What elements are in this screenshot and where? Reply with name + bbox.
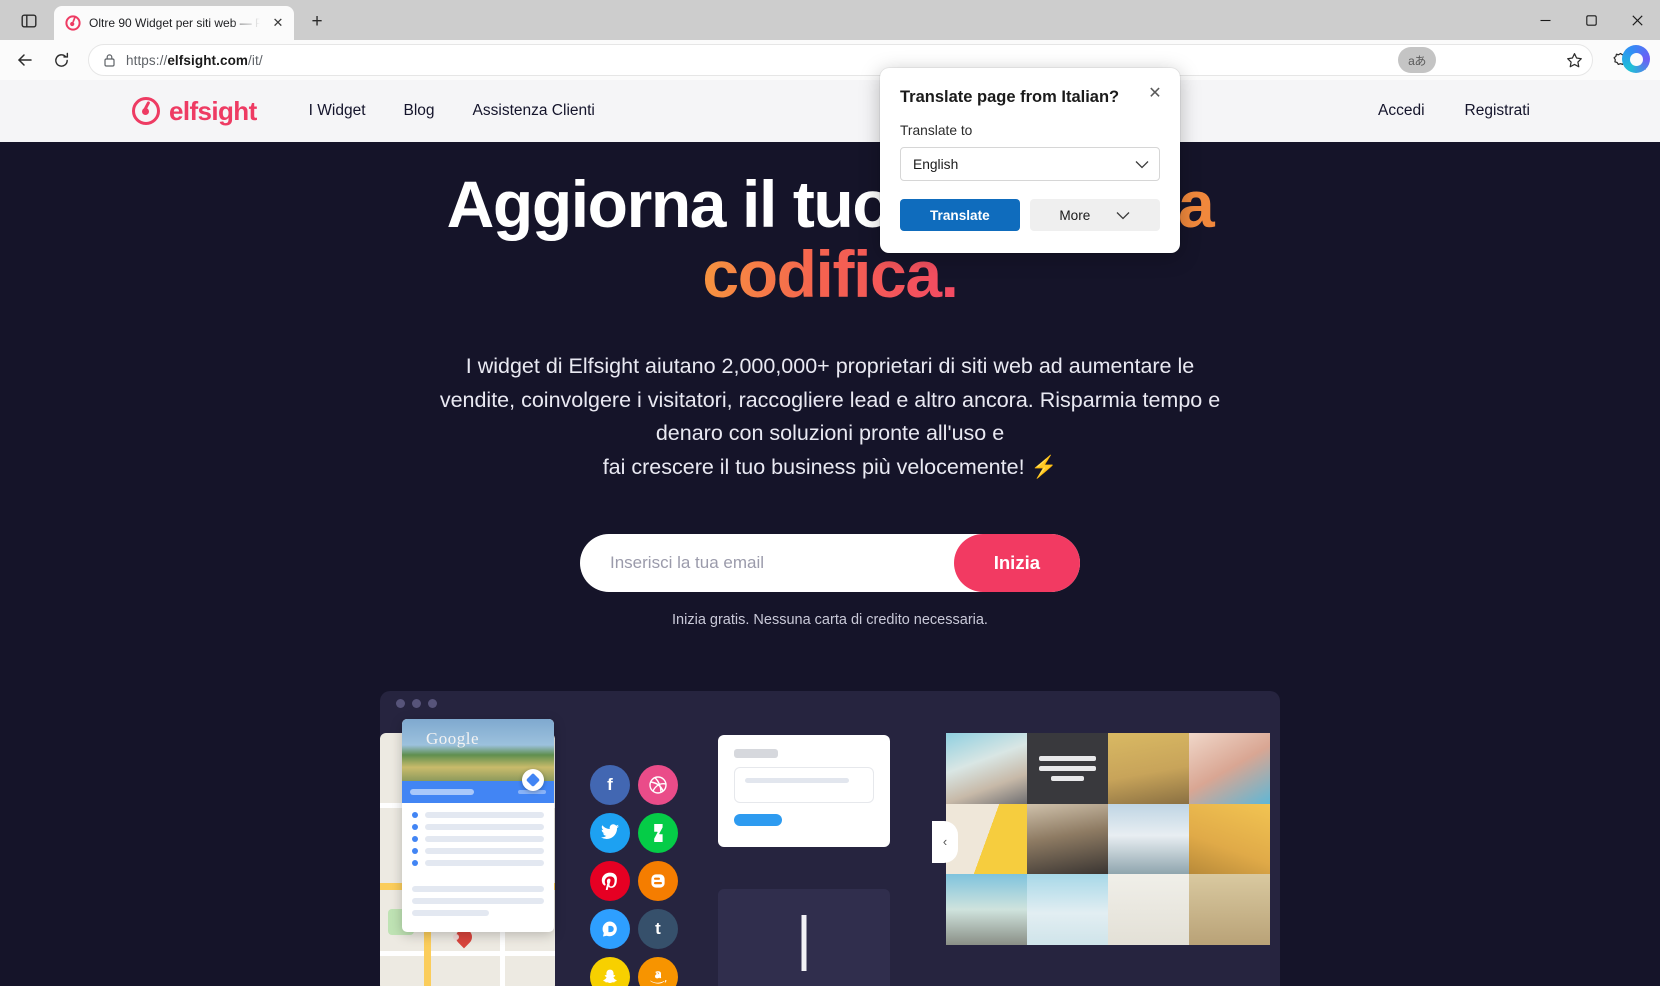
language-select[interactable]: English	[900, 147, 1160, 181]
gallery-caption-overlay	[1027, 732, 1108, 804]
more-label: More	[1059, 207, 1091, 223]
widget-showcase: Google f t ‹	[380, 690, 1280, 986]
translate-button[interactable]: Translate	[900, 199, 1020, 231]
nav-item-widgets[interactable]: I Widget	[309, 102, 366, 120]
snapchat-icon[interactable]	[590, 956, 630, 986]
gallery-cell[interactable]	[1189, 874, 1270, 945]
translate-popup-title: Translate page from Italian?	[900, 88, 1120, 106]
form-submit-button[interactable]	[734, 813, 782, 826]
nav-item-support[interactable]: Assistenza Clienti	[473, 102, 595, 120]
elfsight-favicon	[65, 15, 81, 31]
chevron-down-icon	[1116, 211, 1130, 219]
close-icon[interactable]: ✕	[1144, 82, 1166, 104]
form-field-label	[734, 748, 778, 758]
tab-title: Oltre 90 Widget per siti web — Pe	[89, 16, 260, 30]
showcase-titlebar	[380, 691, 1280, 717]
showcase-body: Google f t ‹	[380, 717, 1280, 986]
more-button[interactable]: More	[1029, 199, 1160, 231]
nav-item-blog[interactable]: Blog	[404, 102, 435, 120]
elfsight-logo-icon	[132, 97, 160, 125]
hero-paragraph: I widget di Elfsight aiutano 2,000,000+ …	[405, 350, 1255, 485]
gallery-cell[interactable]	[1189, 803, 1270, 875]
gallery-cell[interactable]	[1108, 803, 1189, 875]
tab-strip: Oltre 90 Widget per siti web — Pe ✕ +	[0, 0, 1660, 40]
site-header: elfsight I Widget Blog Assistenza Client…	[0, 80, 1660, 142]
dark-widget-card	[718, 888, 890, 986]
page-viewport: elfsight I Widget Blog Assistenza Client…	[0, 80, 1660, 986]
gallery-cell[interactable]	[946, 803, 1027, 875]
paragraph-line-1: I widget di Elfsight aiutano 2,000,000+ …	[465, 353, 1195, 378]
translate-popup-actions: Translate More	[900, 199, 1160, 231]
social-icons-widget: f t	[590, 764, 686, 986]
star-icon[interactable]	[1560, 47, 1588, 73]
login-link[interactable]: Accedi	[1378, 102, 1425, 120]
site-logo[interactable]: elfsight	[132, 96, 257, 127]
window-dot-red	[396, 699, 405, 709]
browser-tab[interactable]: Oltre 90 Widget per siti web — Pe ✕	[54, 6, 294, 40]
instagram-gallery-widget[interactable]	[946, 732, 1270, 945]
reload-button[interactable]	[44, 43, 78, 77]
page-title: Aggiorna il tuo sito senza codifica.	[0, 169, 1660, 310]
translate-popup: Translate page from Italian? ✕ Translate…	[880, 68, 1180, 253]
dark-card-bar	[801, 914, 807, 971]
translate-to-label: Translate to	[900, 123, 973, 138]
paragraph-line-3: denaro con soluzioni pronte all'uso e	[655, 421, 1005, 446]
window-dot-green	[428, 699, 437, 709]
register-link[interactable]: Registrati	[1465, 102, 1530, 120]
gallery-cell[interactable]	[946, 732, 1027, 804]
gallery-cell[interactable]	[946, 874, 1027, 945]
gallery-cell[interactable]	[1027, 803, 1108, 875]
lock-icon	[103, 53, 116, 67]
place-footer-lines	[402, 882, 554, 932]
close-window-button[interactable]	[1614, 0, 1660, 40]
site-nav: I Widget Blog Assistenza Clienti	[309, 102, 595, 120]
brand-name: elfsight	[169, 95, 257, 126]
site-auth: Accedi Registrati	[1378, 102, 1530, 120]
url-text: https://elfsight.com/it/	[126, 52, 263, 68]
amazon-icon[interactable]	[638, 956, 678, 986]
form-input-field[interactable]	[734, 766, 874, 803]
disqus-icon[interactable]	[590, 908, 630, 949]
paragraph-line-2: vendite, coinvolgere i visitatori, racco…	[439, 387, 1221, 412]
signup-form: Inizia	[580, 533, 1080, 592]
start-button[interactable]: Inizia	[953, 533, 1080, 592]
window-controls	[1522, 0, 1660, 40]
gallery-cell[interactable]	[1108, 874, 1189, 945]
email-input[interactable]	[580, 552, 954, 573]
copilot-icon[interactable]	[1622, 45, 1650, 73]
gallery-cell[interactable]	[1189, 732, 1270, 804]
chevron-down-icon	[1135, 160, 1149, 168]
gallery-cell[interactable]	[1027, 874, 1108, 945]
paragraph-line-4: fai crescere il tuo business più velocem…	[602, 455, 1058, 480]
blogger-icon[interactable]	[638, 860, 678, 901]
place-detail-rows	[402, 803, 554, 882]
tab-search-icon[interactable]	[10, 5, 48, 37]
deviantart-icon[interactable]	[638, 812, 678, 853]
place-info-card: Google	[402, 718, 554, 932]
gallery-cell[interactable]	[1108, 732, 1189, 804]
facebook-icon[interactable]: f	[590, 764, 630, 805]
selected-language: English	[913, 156, 959, 172]
minimize-button[interactable]	[1522, 0, 1568, 40]
browser-window: Oltre 90 Widget per siti web — Pe ✕ + ht…	[0, 0, 1660, 986]
signup-disclaimer: Inizia gratis. Nessuna carta di credito …	[672, 611, 988, 628]
window-dot-yellow	[412, 699, 421, 709]
tumblr-icon[interactable]: t	[638, 908, 678, 949]
back-button[interactable]	[8, 43, 42, 77]
close-icon[interactable]: ✕	[268, 13, 288, 33]
google-wordmark: Google	[426, 728, 480, 748]
gallery-prev-button[interactable]: ‹	[932, 820, 958, 863]
address-bar[interactable]: https://elfsight.com/it/ aあ	[88, 44, 1593, 76]
form-widget[interactable]	[718, 734, 890, 847]
directions-icon[interactable]	[522, 768, 544, 791]
dribbble-icon[interactable]	[638, 764, 678, 805]
twitter-icon[interactable]	[590, 812, 630, 853]
maximize-button[interactable]	[1568, 0, 1614, 40]
translate-icon[interactable]: aあ	[1398, 47, 1436, 73]
pinterest-icon[interactable]	[590, 860, 630, 901]
new-tab-button[interactable]: +	[302, 7, 332, 37]
browser-toolbar: https://elfsight.com/it/ aあ	[0, 40, 1660, 80]
hero-section: Aggiorna il tuo sito senza codifica. I w…	[0, 142, 1660, 986]
